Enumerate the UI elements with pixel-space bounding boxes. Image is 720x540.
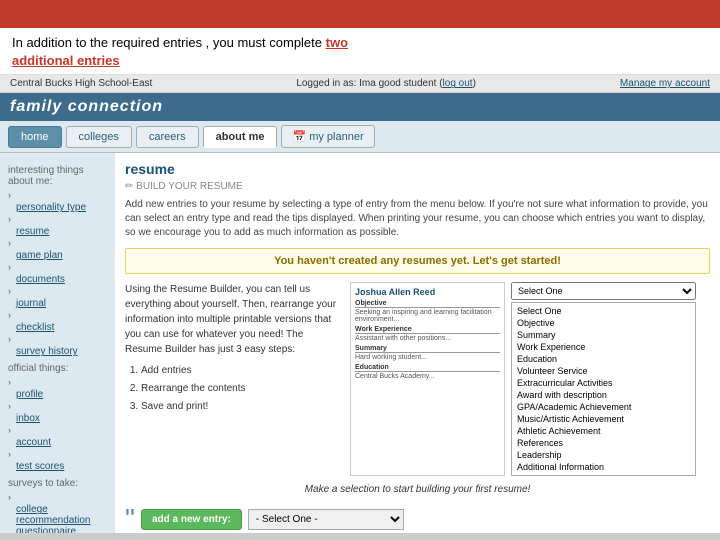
main-content: resume ✏ BUILD YOUR RESUME Add new entri…	[115, 153, 720, 533]
dd-option-education[interactable]: Education	[514, 353, 693, 365]
dd-option-music[interactable]: Music/Artistic Achievement	[514, 413, 693, 425]
dd-option-select-one[interactable]: Select One	[514, 305, 693, 317]
dd-option-summary[interactable]: Summary	[514, 329, 693, 341]
title-subtitle: additional entries	[12, 52, 708, 70]
main-title: In addition to the required entries , yo…	[0, 28, 720, 75]
sidebar-item-inbox[interactable]: inbox	[16, 413, 107, 424]
dropdown-list: Select One Objective Summary Work Experi…	[511, 302, 696, 476]
sidebar-item-profile[interactable]: profile	[16, 389, 107, 400]
app-header: family connection	[0, 93, 720, 121]
sidebar-item-college-rec[interactable]: college recommendation questionnaire	[16, 504, 107, 533]
sidebar-section2-title: official things:	[8, 363, 107, 374]
sidebar-links-2: ›profile ›inbox ›account ›test scores	[8, 377, 107, 472]
step-1: Add entries	[141, 363, 342, 378]
sample1-obj-text: Seeking an inspiring and learning facili…	[355, 309, 500, 323]
resume-info-text: Using the Resume Builder, you can tell u…	[125, 282, 342, 357]
sample1-summary: Summary	[355, 345, 500, 353]
dd-option-objective[interactable]: Objective	[514, 317, 693, 329]
sidebar-links-3: ›college recommendation questionnaire ›p…	[8, 492, 107, 533]
sidebar-item-journal[interactable]: journal	[16, 298, 107, 309]
sample1-name: Joshua Allen Reed	[355, 287, 500, 297]
add-entry-bar: " add a new entry: - Select One - Object…	[125, 501, 710, 533]
nav-bar: home colleges careers about me 📅 my plan…	[0, 121, 720, 153]
title-prefix: In addition to the required entries , yo…	[12, 35, 326, 50]
sidebar-item-survey-history[interactable]: survey history	[16, 346, 107, 357]
sample1-education: Education	[355, 364, 500, 372]
dd-option-athletic[interactable]: Athletic Achievement	[514, 425, 693, 437]
entry-type-select-top[interactable]: Select One Objective Summary Work Experi…	[511, 282, 696, 300]
log-out-link[interactable]: log out	[443, 78, 473, 89]
manage-account-link[interactable]: Manage my account	[620, 78, 710, 89]
sample1-objective: Objective	[355, 300, 500, 308]
resume-sample-1: Joshua Allen Reed Objective Seeking an i…	[350, 282, 505, 476]
sidebar-item-checklist[interactable]: checklist	[16, 322, 107, 333]
sidebar-item-game-plan[interactable]: game plan	[16, 250, 107, 261]
my-planner-nav-btn[interactable]: 📅 my planner	[281, 125, 374, 148]
sidebar-links-1: ›personality type ›resume ›game plan ›do…	[8, 190, 107, 357]
top-banner	[0, 0, 720, 28]
sidebar-section3-title: surveys to take:	[8, 478, 107, 489]
no-resume-banner: You haven't created any resumes yet. Let…	[125, 248, 710, 274]
careers-nav-btn[interactable]: careers	[136, 126, 199, 148]
school-bar: Central Bucks High School-East Logged in…	[0, 75, 720, 93]
sidebar-section1-title: interesting things about me:	[8, 165, 107, 187]
dd-option-volunteer[interactable]: Volunteer Service	[514, 365, 693, 377]
dd-option-work-exp[interactable]: Work Experience	[514, 341, 693, 353]
sample1-sum-text: Hard working student...	[355, 354, 500, 361]
quote-mark: "	[125, 505, 135, 533]
build-resume-link[interactable]: ✏ BUILD YOUR RESUME	[125, 181, 710, 192]
planner-icon: 📅	[292, 130, 306, 143]
about-me-nav-btn[interactable]: about me	[203, 126, 278, 148]
sample1-work-text: Assistant with other positions...	[355, 335, 500, 342]
resume-title: resume	[125, 161, 710, 177]
resume-preview-area: Joshua Allen Reed Objective Seeking an i…	[350, 282, 710, 476]
dropdown-section: Select One Objective Summary Work Experi…	[511, 282, 696, 476]
app-title: family connection	[10, 98, 163, 115]
step-2: Rearrange the contents	[141, 381, 342, 396]
content-area: interesting things about me: ›personalit…	[0, 153, 720, 533]
resume-text-section: Using the Resume Builder, you can tell u…	[125, 282, 342, 476]
resume-steps-list: Add entries Rearrange the contents Save …	[141, 363, 342, 414]
dd-option-leadership[interactable]: Leadership	[514, 449, 693, 461]
sample1-work: Work Experience	[355, 326, 500, 334]
dd-option-extracurr[interactable]: Extracurricular Activities	[514, 377, 693, 389]
step-3: Save and print!	[141, 399, 342, 414]
add-new-entry-button[interactable]: add a new entry:	[141, 509, 242, 530]
dd-option-references[interactable]: References	[514, 437, 693, 449]
sidebar-item-personality[interactable]: personality type	[16, 202, 107, 213]
dd-option-award[interactable]: Award with description	[514, 389, 693, 401]
colleges-nav-btn[interactable]: colleges	[66, 126, 132, 148]
sidebar-item-resume[interactable]: resume	[16, 226, 107, 237]
sidebar-item-documents[interactable]: documents	[16, 274, 107, 285]
school-name: Central Bucks High School-East	[10, 78, 152, 89]
add-entry-select[interactable]: - Select One - Objective Summary Work Ex…	[248, 509, 404, 530]
sidebar-item-test-scores[interactable]: test scores	[16, 461, 107, 472]
sample1-edu-text: Central Bucks Academy...	[355, 373, 500, 380]
resume-info-area: Using the Resume Builder, you can tell u…	[125, 282, 710, 476]
title-highlight: two	[326, 35, 348, 50]
make-selection-text: Make a selection to start building your …	[125, 484, 710, 495]
resume-instructions: Add new entries to your resume by select…	[125, 198, 710, 240]
logged-in-text: Logged in as: Ima good student (log out)	[296, 78, 476, 89]
planner-label: my planner	[309, 131, 363, 143]
sidebar-item-account[interactable]: account	[16, 437, 107, 448]
dd-option-gpa[interactable]: GPA/Academic Achievement	[514, 401, 693, 413]
dd-option-additional[interactable]: Additional Information	[514, 461, 693, 473]
home-nav-btn[interactable]: home	[8, 126, 62, 148]
sidebar: interesting things about me: ›personalit…	[0, 153, 115, 533]
